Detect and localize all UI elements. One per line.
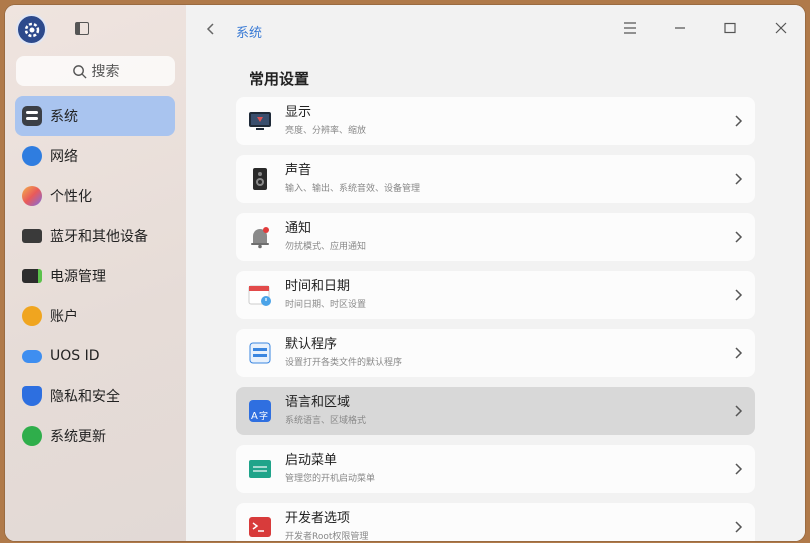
close-icon[interactable] [771, 18, 791, 38]
update-icon [22, 426, 42, 446]
chevron-right-icon [735, 289, 743, 301]
sidebar-item-label: UOS ID [50, 348, 100, 364]
row-title: 默认程序 [285, 337, 338, 352]
row-title: 时间和日期 [285, 279, 351, 294]
menu-icon[interactable] [620, 18, 640, 38]
terminal-icon [249, 517, 271, 537]
sidebar-item-label: 个性化 [50, 189, 92, 205]
list-item-default-apps[interactable]: 默认程序设置打开各类文件的默认程序 [236, 329, 755, 377]
list-item-language-region[interactable]: A字 语言和区域系统语言、区域格式 [236, 387, 755, 435]
settings-list: 显示亮度、分辨率、缩放 声音输入、输出、系统音效、设备管理 通知勿扰模式、应用通… [236, 97, 755, 541]
cloud-icon [22, 349, 42, 363]
sidebar-item-label: 账户 [50, 309, 78, 325]
chevron-right-icon [735, 347, 743, 359]
sidebar-item-label: 系统更新 [50, 429, 106, 445]
row-subtitle: 开发者Root权限管理 [285, 532, 369, 541]
chevron-right-icon [735, 173, 743, 185]
list-item-developer[interactable]: 开发者选项开发者Root权限管理 [236, 503, 755, 541]
chevron-right-icon [735, 405, 743, 417]
sidebar-item-power[interactable]: 电源管理 [15, 256, 175, 296]
sidebar: 搜索 系统 网络 个性化 蓝牙和其他设备 电源管理 账户 UOS ID 隐私和安… [5, 5, 186, 541]
chevron-right-icon [735, 231, 743, 243]
speaker-icon [253, 168, 267, 190]
account-icon [22, 306, 42, 326]
back-arrow-icon[interactable] [204, 22, 218, 36]
row-title: 通知 [285, 221, 312, 236]
list-item-display[interactable]: 显示亮度、分辨率、缩放 [236, 97, 755, 145]
settings-window: 搜索 系统 网络 个性化 蓝牙和其他设备 电源管理 账户 UOS ID 隐私和安… [5, 5, 805, 541]
sidebar-item-label: 蓝牙和其他设备 [50, 229, 148, 245]
row-title: 开发者选项 [285, 511, 351, 526]
search-placeholder: 搜索 [91, 64, 120, 80]
sidebar-item-label: 网络 [50, 149, 78, 165]
sidebar-item-label: 电源管理 [50, 269, 106, 285]
main-content: 系统 常用设置 显示 亮度、分辨率、缩放 声音 输入、输出、系统音效、设备管理 … [186, 5, 805, 541]
search-input[interactable]: 搜索 [16, 56, 175, 86]
sidebar-toggle-icon[interactable] [75, 22, 89, 35]
sidebar-item-privacy[interactable]: 隐私和安全 [15, 376, 175, 416]
row-subtitle: 管理您的开机启动菜单 [285, 474, 376, 484]
chevron-right-icon [735, 521, 743, 533]
network-icon [22, 146, 42, 166]
sidebar-item-update[interactable]: 系统更新 [15, 416, 175, 456]
breadcrumb[interactable]: 系统 [236, 22, 262, 41]
svg-text:字: 字 [259, 410, 268, 422]
personalization-icon [22, 186, 42, 206]
language-icon: A字 [249, 400, 271, 422]
chevron-right-icon [735, 115, 743, 127]
sidebar-item-network[interactable]: 网络 [15, 136, 175, 176]
sidebar-item-label: 系统 [50, 109, 78, 125]
maximize-icon[interactable] [720, 18, 740, 38]
row-subtitle: 系统语言、区域格式 [285, 416, 367, 426]
sidebar-item-bluetooth[interactable]: 蓝牙和其他设备 [15, 216, 175, 256]
row-subtitle: 设置打开各类文件的默认程序 [285, 358, 403, 368]
list-item-boot-menu[interactable]: 启动菜单管理您的开机启动菜单 [236, 445, 755, 493]
row-title: 语言和区域 [285, 395, 351, 410]
sidebar-item-account[interactable]: 账户 [15, 296, 175, 336]
title-bar: 系统 [186, 5, 805, 55]
row-subtitle: 勿扰模式、应用通知 [285, 242, 367, 252]
row-title: 声音 [285, 163, 312, 178]
privacy-shield-icon [22, 386, 42, 406]
sidebar-item-label: 隐私和安全 [50, 389, 120, 405]
sidebar-item-uos-id[interactable]: UOS ID [15, 336, 175, 376]
list-item-sound[interactable]: 声音输入、输出、系统音效、设备管理 [236, 155, 755, 203]
display-icon [249, 112, 271, 130]
chevron-right-icon [735, 463, 743, 475]
sidebar-item-personalization[interactable]: 个性化 [15, 176, 175, 216]
row-subtitle: 时间日期、时区设置 [285, 300, 367, 310]
bluetooth-devices-icon [22, 229, 42, 243]
sidebar-nav: 系统 网络 个性化 蓝牙和其他设备 电源管理 账户 UOS ID 隐私和安全 系… [15, 96, 175, 456]
row-title: 显示 [285, 105, 312, 120]
settings-gear-icon [16, 14, 47, 45]
row-subtitle: 输入、输出、系统音效、设备管理 [285, 184, 421, 194]
section-title: 常用设置 [249, 70, 310, 88]
calendar-icon [248, 285, 271, 306]
sidebar-item-system[interactable]: 系统 [15, 96, 175, 136]
row-title: 启动菜单 [285, 453, 338, 468]
bell-icon [251, 227, 269, 249]
minimize-icon[interactable] [670, 18, 690, 38]
power-icon [22, 269, 42, 283]
list-item-notification[interactable]: 通知勿扰模式、应用通知 [236, 213, 755, 261]
boot-menu-icon [249, 460, 271, 478]
system-icon [22, 106, 42, 126]
default-apps-icon [249, 342, 271, 364]
list-item-datetime[interactable]: 时间和日期时间日期、时区设置 [236, 271, 755, 319]
search-icon [72, 64, 87, 79]
svg-text:A: A [251, 411, 258, 422]
row-subtitle: 亮度、分辨率、缩放 [285, 126, 367, 136]
